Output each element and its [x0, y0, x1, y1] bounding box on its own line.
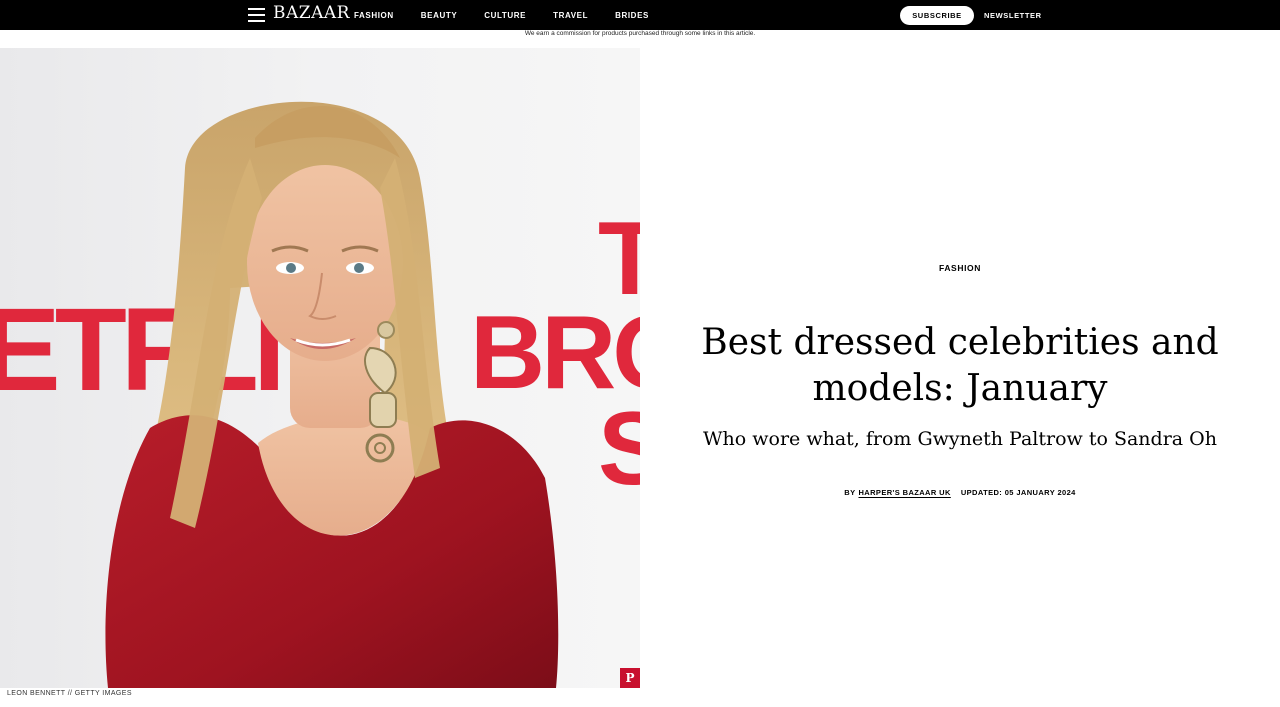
site-logo[interactable]: BAZAAR	[273, 3, 350, 23]
article-headline: Best dressed celebrities and models: Jan…	[701, 322, 1219, 409]
nav-item-culture[interactable]: CULTURE	[484, 11, 526, 20]
affiliate-disclaimer: We earn a commission for products purcha…	[524, 30, 756, 37]
updated-date: UPDATED: 05 JANUARY 2024	[960, 488, 1076, 497]
photo-credit: LEON BENNETT // GETTY IMAGES	[7, 690, 132, 697]
nav-item-beauty[interactable]: BEAUTY	[421, 11, 458, 20]
article-byline: BY HARPER'S BAZAAR UK UPDATED: 05 JANUAR…	[640, 488, 1280, 497]
nav-item-fashion[interactable]: FASHION	[354, 11, 394, 20]
author-link[interactable]: HARPER'S BAZAAR UK	[858, 488, 950, 497]
newsletter-link[interactable]: NEWSLETTER	[984, 0, 1042, 30]
byline-prefix: BY	[844, 488, 856, 497]
article-category-link[interactable]: FASHION	[640, 263, 1280, 273]
backdrop-text-right-3: S	[598, 391, 640, 507]
primary-nav: FASHION BEAUTY CULTURE TRAVEL BRIDES	[354, 0, 676, 30]
nav-item-travel[interactable]: TRAVEL	[553, 11, 588, 20]
hero-image: ETFLI T BRO S	[0, 48, 640, 688]
menu-icon[interactable]	[248, 8, 265, 22]
top-navigation-bar: BAZAAR FASHION BEAUTY CULTURE TRAVEL BRI…	[0, 0, 1280, 30]
pinterest-icon[interactable]: P	[620, 668, 640, 688]
nav-item-brides[interactable]: BRIDES	[615, 11, 649, 20]
subscribe-button[interactable]: SUBSCRIBE	[900, 6, 974, 25]
hero-photo-illustration: ETFLI T BRO S	[0, 48, 640, 688]
article-dek: Who wore what, from Gwyneth Paltrow to S…	[703, 428, 1217, 450]
article-header: FASHION Best dressed celebrities and mod…	[640, 48, 1280, 688]
